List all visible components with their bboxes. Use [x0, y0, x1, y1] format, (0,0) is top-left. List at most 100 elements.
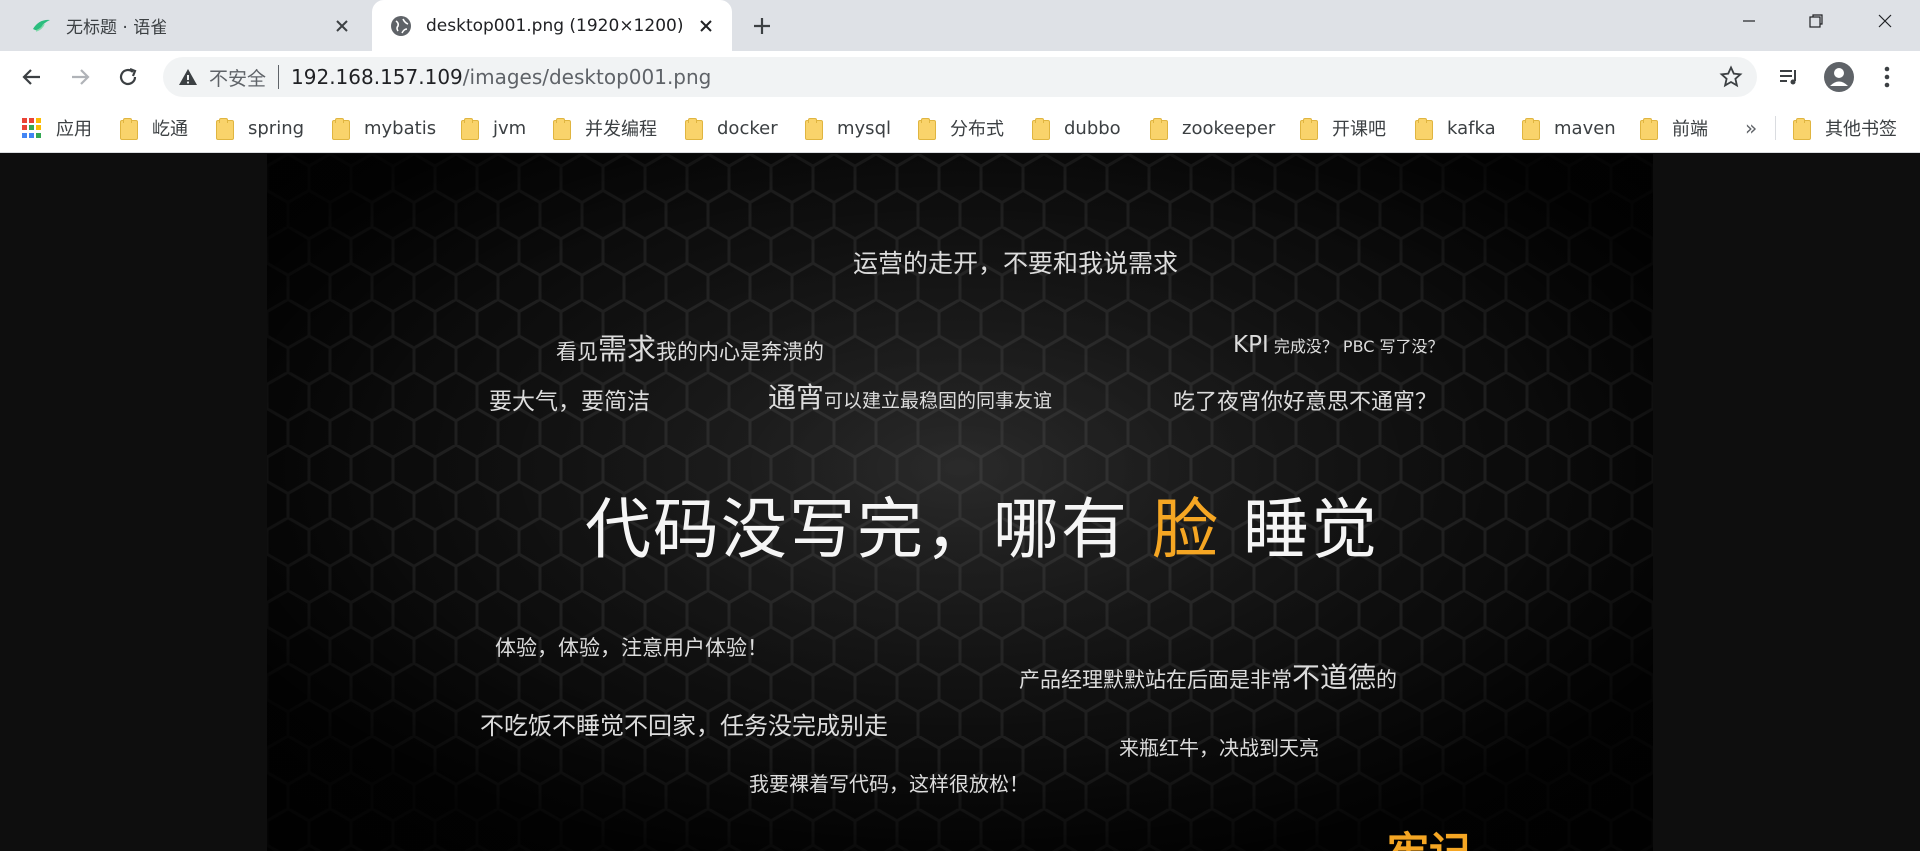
- folder-icon: [120, 118, 138, 140]
- restore-button[interactable]: [1787, 0, 1845, 42]
- bookmark-other[interactable]: 其他书签: [1793, 113, 1897, 143]
- bookmark-label: docker: [717, 117, 778, 139]
- reload-icon: [119, 67, 137, 86]
- forward-button[interactable]: [62, 59, 98, 95]
- folder-icon: [332, 118, 350, 140]
- tab-yuque[interactable]: 无标题 · 语雀: [0, 0, 368, 51]
- back-button[interactable]: [14, 59, 50, 95]
- bookmark-docker[interactable]: docker: [685, 113, 778, 143]
- slogan-overnight: 通宵可以建立最稳固的同事友谊: [768, 376, 1052, 416]
- tab-desktop-image[interactable]: desktop001.png (1920×1200): [372, 0, 732, 51]
- folder-icon: [1415, 118, 1433, 140]
- apps-grid-icon: [22, 118, 42, 138]
- security-status[interactable]: 不安全: [209, 64, 266, 91]
- bookmark-label: jvm: [493, 117, 527, 139]
- bookmark-mysql[interactable]: mysql: [805, 113, 891, 143]
- slogan-redbull: 来瓶红牛，决战到天亮: [1119, 736, 1319, 760]
- slogan-emphasis: KPI: [1233, 332, 1269, 358]
- bookmark-frontend[interactable]: 前端: [1640, 113, 1708, 143]
- tab-title: 无标题 · 语雀: [66, 18, 168, 38]
- slogan-text: 完成没？ PBC 写了没？: [1268, 337, 1444, 356]
- media-control-button[interactable]: [1773, 61, 1805, 93]
- wallpaper-image: 运营的走开，不要和我说需求 看见需求我的内心是奔溃的 KPI 完成没？ PBC …: [267, 154, 1653, 851]
- profile-button[interactable]: [1823, 61, 1855, 93]
- slogan-emphasis: 通宵: [768, 381, 825, 414]
- slogan-product-manager: 产品经理默默站在后面是非常不道德的: [1019, 656, 1397, 696]
- slogan-text: 看见: [556, 340, 598, 364]
- bookmark-label: 分布式: [950, 119, 1004, 140]
- minimize-icon: [1743, 20, 1755, 22]
- yuque-icon: [30, 15, 52, 37]
- close-window-button[interactable]: [1856, 0, 1914, 42]
- folder-icon: [1300, 118, 1318, 140]
- restore-icon: [1809, 14, 1823, 28]
- tab-title: desktop001.png (1920×1200): [426, 15, 684, 36]
- globe-icon: [390, 15, 412, 37]
- slogan-experience: 体验，体验，注意用户体验！: [495, 636, 768, 660]
- url-host: 192.168.157.109: [291, 65, 463, 89]
- bookmark-label: 应用: [56, 119, 92, 140]
- bookmark-mybatis[interactable]: mybatis: [332, 113, 436, 143]
- url-path: /images/desktop001.png: [462, 65, 712, 89]
- tab-strip: 无标题 · 语雀 desktop001.png (1920×1200): [0, 0, 1920, 51]
- divider: [278, 65, 280, 89]
- slogan-emphasis: 不道德: [1292, 661, 1377, 694]
- bookmark-label: zookeeper: [1182, 117, 1276, 139]
- bookmark-yitong[interactable]: 屹通: [120, 113, 188, 143]
- warning-icon[interactable]: [177, 66, 199, 88]
- folder-icon: [1522, 118, 1540, 140]
- bookmark-apps[interactable]: 应用: [22, 113, 92, 143]
- folder-icon: [1032, 118, 1050, 140]
- main-slogan-text: 睡觉: [1242, 491, 1379, 568]
- reload-button[interactable]: [110, 59, 146, 95]
- bookmarks-bar: 应用 屹通 spring mybatis jvm 并发编程 docker mys…: [0, 103, 1920, 153]
- folder-icon: [1640, 118, 1658, 140]
- bookmark-label: 并发编程: [585, 119, 657, 140]
- playlist-icon: [1780, 70, 1796, 85]
- bookmark-concurrency[interactable]: 并发编程: [553, 113, 657, 143]
- bookmark-label: 前端: [1672, 119, 1708, 140]
- slogan-kpi: KPI 完成没？ PBC 写了没？: [1233, 332, 1444, 358]
- folder-icon: [805, 118, 823, 140]
- new-tab-button[interactable]: [748, 12, 776, 40]
- bookmark-jvm[interactable]: jvm: [461, 113, 526, 143]
- bookmark-label: spring: [248, 117, 305, 139]
- close-icon[interactable]: [328, 12, 356, 40]
- menu-button[interactable]: [1871, 61, 1903, 93]
- bookmark-kafka[interactable]: kafka: [1415, 113, 1496, 143]
- bookmark-label: dubbo: [1064, 117, 1121, 139]
- bookmark-distributed[interactable]: 分布式: [918, 113, 1004, 143]
- address-bar[interactable]: 不安全 192.168.157.109 /images/desktop001.p…: [163, 57, 1757, 97]
- main-slogan: 代码没写完，哪有 脸 睡觉: [585, 476, 1379, 572]
- close-icon[interactable]: [692, 12, 720, 40]
- bookmarks-divider: [1775, 116, 1776, 140]
- bookmark-zookeeper[interactable]: zookeeper: [1150, 113, 1275, 143]
- bookmarks-overflow-button[interactable]: »: [1745, 113, 1757, 143]
- bookmark-label: 其他书签: [1825, 119, 1897, 140]
- browser-toolbar: 不安全 192.168.157.109 /images/desktop001.p…: [0, 51, 1920, 103]
- slogan-text: 我的内心是奔溃的: [656, 340, 825, 364]
- folder-icon: [1793, 118, 1811, 140]
- bookmark-spring[interactable]: spring: [216, 113, 304, 143]
- plus-icon: [754, 18, 770, 34]
- arrow-right-icon: [72, 69, 90, 85]
- slogan-emphasis: 需求: [598, 332, 657, 366]
- bookmark-kaikeba[interactable]: 开课吧: [1300, 113, 1386, 143]
- slogan-requirements: 看见需求我的内心是奔溃的: [556, 326, 824, 368]
- bookmark-label: maven: [1554, 117, 1616, 139]
- bookmark-label: 屹通: [152, 119, 188, 140]
- folder-icon: [553, 118, 571, 140]
- slogan-relax: 我要裸着写代码，这样很放松！: [749, 772, 1029, 796]
- bookmark-dubbo[interactable]: dubbo: [1032, 113, 1121, 143]
- slogan-text: 的: [1376, 668, 1398, 692]
- bookmark-maven[interactable]: maven: [1522, 113, 1616, 143]
- bookmark-label: mysql: [837, 117, 891, 139]
- bookmark-star-icon[interactable]: [1719, 65, 1743, 89]
- slogan-text: 产品经理默默站在后面是非常: [1019, 668, 1292, 692]
- slogan-operations: 运营的走开，不要和我说需求: [853, 249, 1179, 278]
- bookmark-label: mybatis: [364, 117, 437, 139]
- slogan-remember: 牢记: [1387, 819, 1471, 851]
- minimize-button[interactable]: [1720, 0, 1778, 42]
- close-icon: [1878, 14, 1892, 28]
- avatar-icon: [1824, 62, 1854, 92]
